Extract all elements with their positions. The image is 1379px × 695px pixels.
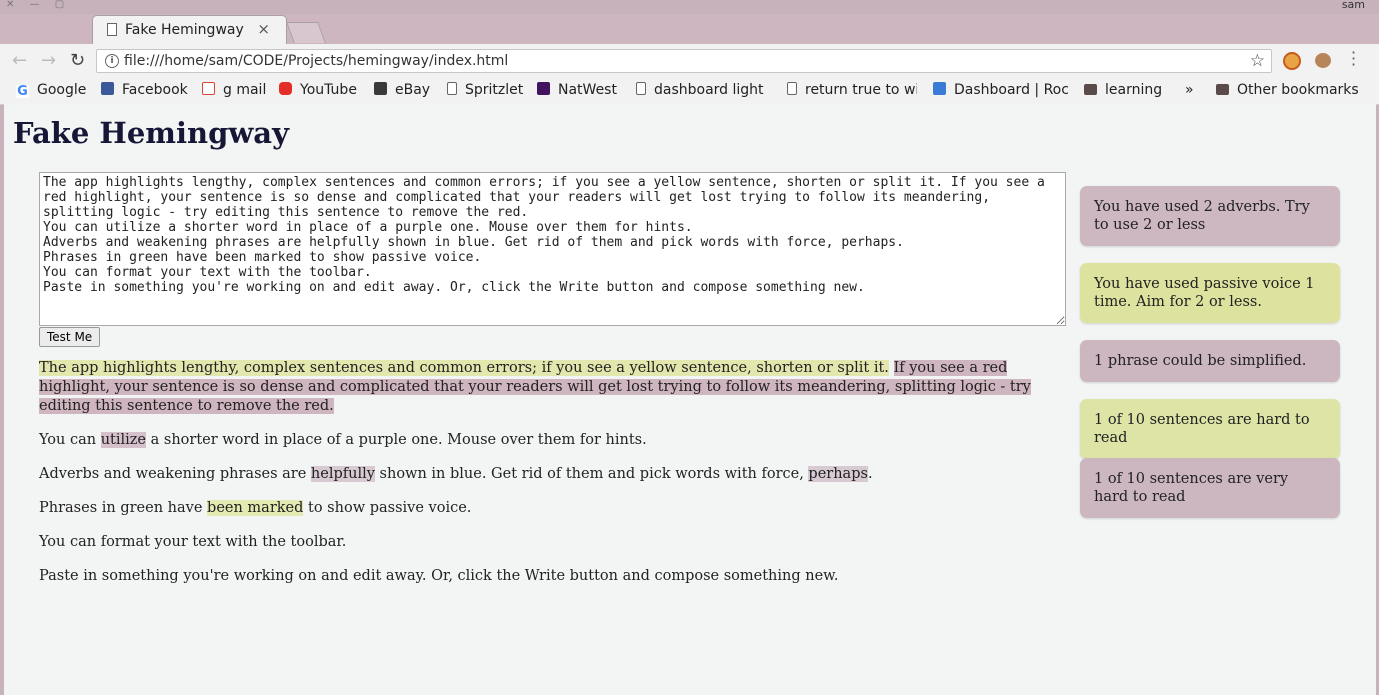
bookmark-return-true[interactable]: return true to wi xyxy=(787,82,917,98)
output-panel: The app highlights lengthy, complex sent… xyxy=(39,359,1059,601)
qualifier-highlight[interactable]: perhaps xyxy=(808,466,868,482)
bookmark-facebook[interactable]: Facebook xyxy=(101,82,188,98)
page-icon xyxy=(787,82,797,95)
bookmark-youtube[interactable]: YouTube xyxy=(279,82,357,98)
tab-title: Fake Hemingway xyxy=(125,22,244,38)
tab-fake-hemingway[interactable]: Fake Hemingway × xyxy=(92,15,287,44)
output-paragraph-1: The app highlights lengthy, complex sent… xyxy=(39,359,1059,416)
info-icon[interactable]: i xyxy=(105,54,119,68)
bookmark-gmail[interactable]: g mail xyxy=(202,82,266,98)
hard-sentences-stat-card: 1 of 10 sentences are hard to read xyxy=(1080,399,1340,459)
page-title: Fake Hemingway xyxy=(13,116,289,150)
bookmark-spritzlet[interactable]: Spritzlet xyxy=(447,82,523,98)
gmail-icon xyxy=(202,82,215,95)
back-arrow-icon[interactable]: ← xyxy=(12,50,27,71)
passive-voice-highlight[interactable]: been marked xyxy=(207,500,304,516)
natwest-icon xyxy=(537,82,550,95)
bookmarks-overflow-chevron[interactable]: » xyxy=(1185,82,1194,98)
bookmark-ebay[interactable]: eBay xyxy=(374,82,430,98)
bookmark-star-icon[interactable]: ☆ xyxy=(1250,51,1265,71)
os-username: sam xyxy=(1341,0,1365,11)
bookmark-learning[interactable]: learning xyxy=(1084,82,1162,98)
document-icon xyxy=(107,23,117,36)
bookmark-google[interactable]: G Google xyxy=(16,82,86,98)
tab-strip: Fake Hemingway × xyxy=(0,14,1379,44)
page-content: Fake Hemingway Test Me The app highlight… xyxy=(4,104,1376,695)
complex-phrase-stat-card: 1 phrase could be simplified. xyxy=(1080,340,1340,382)
output-paragraph-2: You can utilize a shorter word in place … xyxy=(39,432,647,448)
bookmark-dashboard-roc[interactable]: Dashboard | Roc xyxy=(933,82,1068,98)
browser-toolbar: ← → ↻ i file:///home/sam/CODE/Projects/h… xyxy=(0,44,1379,78)
folder-icon xyxy=(1216,84,1229,95)
window-controls[interactable]: ✕ — ▢ xyxy=(6,0,70,10)
folder-icon xyxy=(1084,84,1097,95)
window-titlebar: ✕ — ▢ sam xyxy=(0,0,1379,14)
bookmark-natwest[interactable]: NatWest xyxy=(537,82,617,98)
url-text[interactable]: file:///home/sam/CODE/Projects/hemingway… xyxy=(124,53,508,69)
other-bookmarks[interactable]: Other bookmarks xyxy=(1216,82,1359,98)
extension-icon-2[interactable] xyxy=(1315,53,1331,68)
page-icon xyxy=(447,82,457,95)
google-icon: G xyxy=(16,84,29,99)
output-paragraph-3: Adverbs and weakening phrases are helpfu… xyxy=(39,466,873,482)
extension-icon[interactable] xyxy=(1283,52,1301,70)
youtube-icon xyxy=(279,82,292,95)
bookmark-dashboard-light[interactable]: dashboard light xyxy=(636,82,766,98)
reload-icon[interactable]: ↻ xyxy=(70,50,85,71)
address-bar[interactable]: i file:///home/sam/CODE/Projects/hemingw… xyxy=(96,49,1272,73)
dashboard-icon xyxy=(933,82,946,95)
output-paragraph-4: Phrases in green have been marked to sho… xyxy=(39,500,472,516)
output-paragraph-6: Paste in something you're working on and… xyxy=(39,568,839,584)
facebook-icon xyxy=(101,82,114,95)
test-me-button[interactable]: Test Me xyxy=(39,327,101,347)
bookmarks-bar: G Google Facebook g mail YouTube eBay Spr… xyxy=(0,78,1379,105)
forward-arrow-icon[interactable]: → xyxy=(41,50,56,71)
adverb-highlight[interactable]: helpfully xyxy=(310,466,375,482)
very-hard-sentences-stat-card: 1 of 10 sentences are very hard to read xyxy=(1080,458,1340,518)
ebay-icon xyxy=(374,82,387,95)
output-paragraph-5: You can format your text with the toolba… xyxy=(39,534,347,550)
new-tab-button[interactable] xyxy=(286,22,326,43)
tab-close-icon[interactable]: × xyxy=(257,20,270,38)
adverbs-stat-card: You have used 2 adverbs. Try to use 2 or… xyxy=(1080,186,1340,246)
passive-voice-stat-card: You have used passive voice 1 time. Aim … xyxy=(1080,263,1340,323)
menu-dots-icon[interactable]: · · · xyxy=(1351,45,1356,73)
page-icon xyxy=(636,82,646,95)
complex-word-highlight[interactable]: utilize xyxy=(100,432,147,448)
text-input[interactable] xyxy=(39,172,1066,326)
hard-sentence-highlight: The app highlights lengthy, complex sent… xyxy=(39,360,889,376)
